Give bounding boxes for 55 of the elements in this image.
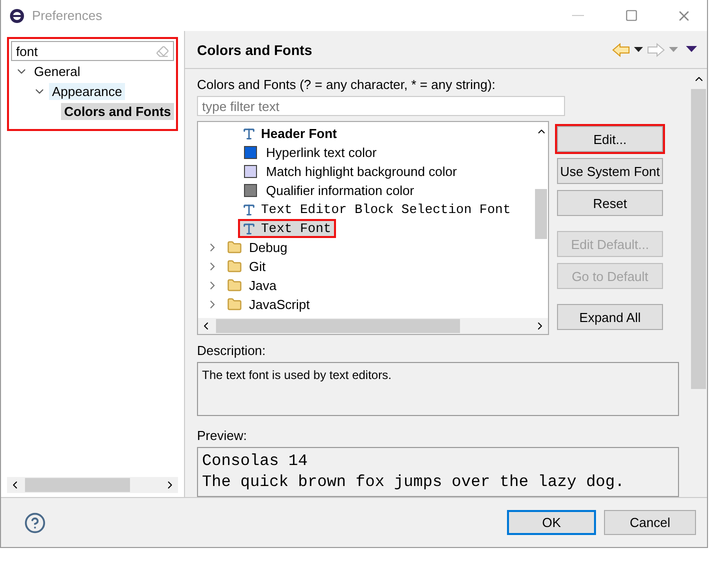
tree-item[interactable]: General [31, 62, 84, 80]
horizontal-scrollbar[interactable] [198, 318, 548, 334]
preview-label: Preview: [197, 428, 248, 443]
list-row[interactable]: Hyperlink text color [238, 143, 382, 162]
font-icon [242, 222, 256, 236]
minimize-icon [572, 15, 584, 16]
folder-icon [227, 297, 242, 312]
action-button[interactable]: Edit... [557, 126, 663, 152]
page-title: Colors and Fonts [197, 42, 312, 58]
list-row[interactable]: Qualifier information color [238, 181, 420, 200]
list-item[interactable]: JavaScript [246, 296, 313, 314]
tree-item[interactable]: Appearance [49, 82, 126, 100]
list-row[interactable]: Header Font [238, 124, 342, 144]
list-row[interactable]: Text Editor Block Selection Font [238, 200, 516, 220]
scroll-thumb[interactable] [691, 89, 706, 389]
action-button[interactable]: Use System Font [557, 158, 663, 184]
list-item[interactable]: Hyperlink text color [263, 144, 380, 162]
list-row[interactable]: Text Font [238, 219, 336, 238]
description-text: The text font is used by text editors. [202, 368, 392, 382]
action-button[interactable]: Expand All [557, 304, 663, 330]
action-button[interactable]: Reset [557, 190, 663, 216]
list-item[interactable]: Text Editor Block Selection Font [258, 201, 514, 218]
dropdown-icon[interactable] [634, 46, 643, 52]
help-icon[interactable] [24, 512, 46, 534]
description-label: Description: [197, 343, 267, 358]
font-icon [242, 126, 256, 141]
app-icon [9, 8, 25, 24]
list-item[interactable]: Java [246, 277, 280, 294]
list-row[interactable]: Match highlight background color [238, 162, 462, 182]
scroll-thumb[interactable] [25, 478, 130, 492]
dialog-button[interactable]: OK [507, 510, 596, 535]
font-icon [242, 202, 256, 217]
preview-line: The quick brown fox jumps over the lazy dog. [202, 472, 626, 493]
tree-item[interactable]: Colors and Fonts [61, 102, 174, 120]
filter-value: font [16, 44, 38, 58]
maximize-icon [624, 9, 638, 22]
view-menu-icon[interactable] [686, 46, 697, 53]
list-item[interactable]: Git [246, 258, 269, 276]
scroll-thumb[interactable] [535, 189, 547, 240]
list-item[interactable]: Header Font [258, 125, 340, 142]
scroll-thumb[interactable] [216, 319, 460, 334]
folder-icon [227, 259, 242, 274]
list-item[interactable]: Debug [246, 239, 290, 256]
list-item[interactable]: Match highlight background color [263, 163, 460, 180]
list-item[interactable]: Text Font [258, 220, 334, 238]
folder-icon [227, 278, 242, 294]
dialog-button[interactable]: Cancel [604, 510, 696, 535]
folder-icon [227, 240, 242, 256]
preview-line: Consolas 14 [202, 451, 309, 472]
filter-field[interactable]: type filter text [197, 96, 565, 116]
filter-label: Colors and Fonts (? = any character, * = any string): [197, 77, 496, 92]
filter-field[interactable]: font [11, 41, 174, 61]
list-item[interactable]: Qualifier information color [263, 182, 418, 200]
window-title: Preferences [32, 8, 104, 23]
horizontal-scrollbar[interactable] [7, 477, 178, 493]
